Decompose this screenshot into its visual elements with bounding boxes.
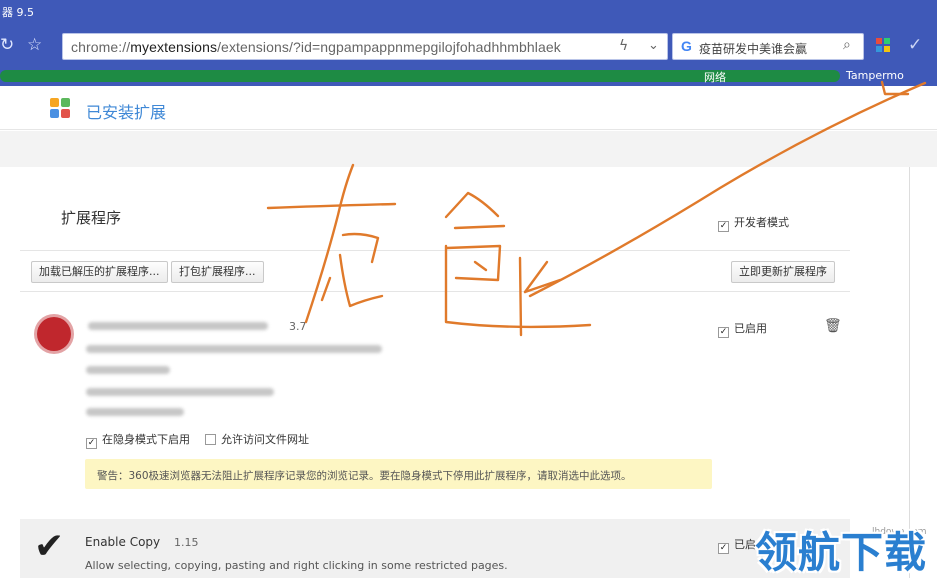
obscured-text: [86, 408, 184, 416]
logo-icon: [50, 98, 70, 118]
extension-name: Enable Copy: [85, 535, 161, 549]
browser-toolbar: ↻ ☆ chrome://myextensions/extensions/?id…: [0, 26, 937, 66]
checkbox-icon[interactable]: [205, 434, 216, 445]
extension-icon: [37, 317, 71, 351]
page-header: 已安装扩展: [0, 86, 937, 130]
checkbox-icon[interactable]: ✓: [718, 327, 729, 338]
checkbox-icon[interactable]: ✓: [86, 438, 97, 449]
lightning-icon[interactable]: ϟ: [619, 38, 628, 54]
extension-row: ✔ Enable Copy 1.15 Allow selecting, copy…: [20, 519, 850, 578]
title-bar: 器 9.5: [0, 0, 937, 26]
star-icon[interactable]: ☆: [27, 35, 42, 55]
enabled-toggle[interactable]: ✓ 已启用: [718, 320, 767, 338]
chevron-down-icon[interactable]: ⌄: [648, 38, 659, 53]
obscured-text: [88, 322, 268, 330]
obscured-text: [86, 388, 274, 396]
obscured-text: [86, 345, 382, 353]
apps-grid-icon[interactable]: [876, 38, 891, 53]
bookmark-tampermonkey[interactable]: Tampermo: [846, 69, 904, 82]
warning-banner: 警告：360极速浏览器无法阻止扩展程序记录您的浏览记录。要在隐身模式下停用此扩展…: [85, 459, 712, 489]
trash-icon[interactable]: 🗑: [824, 318, 842, 334]
obscured-text: [86, 366, 170, 374]
update-extensions-button[interactable]: 立即更新扩展程序: [731, 261, 835, 283]
load-unpacked-button[interactable]: 加载已解压的扩展程序...: [31, 261, 168, 283]
google-icon[interactable]: G: [681, 38, 692, 54]
address-bar[interactable]: chrome://myextensions/extensions/?id=ngp…: [62, 33, 668, 60]
watermark-logo: 领航下载: [755, 528, 928, 577]
pack-extension-button[interactable]: 打包扩展程序...: [171, 261, 264, 283]
search-box[interactable]: G 疫苗研发中美谁会赢 ⌕: [672, 33, 864, 60]
enable-copy-check-icon: ✔: [34, 526, 65, 567]
file-access-option[interactable]: 允许访问文件网址: [205, 431, 309, 447]
checkbox-icon[interactable]: ✓: [718, 221, 729, 232]
divider: [20, 250, 850, 251]
extensions-panel: 扩展程序 ✓ 开发者模式 加载已解压的扩展程序... 打包扩展程序... 立即更新…: [0, 167, 910, 578]
address-url[interactable]: chrome://myextensions/extensions/?id=ngp…: [71, 39, 561, 55]
search-input[interactable]: 疫苗研发中美谁会赢: [699, 40, 807, 57]
refresh-icon[interactable]: ↻: [0, 35, 14, 55]
window-title: 器 9.5: [2, 6, 34, 19]
extension-description: Allow selecting, copying, pasting and ri…: [85, 559, 508, 572]
extensions-heading: 扩展程序: [61, 209, 122, 227]
extension-version: 3.7: [289, 320, 307, 333]
bookmark-item[interactable]: 网络: [704, 69, 726, 85]
bookmarks-bar: 网络 Tampermo: [0, 66, 937, 86]
divider-band: [0, 131, 937, 167]
checkbox-icon[interactable]: ✓: [718, 543, 729, 554]
developer-mode-toggle[interactable]: ✓ 开发者模式: [718, 214, 789, 232]
page-title: 已安装扩展: [86, 103, 167, 122]
check-icon[interactable]: ✓: [908, 35, 922, 55]
divider: [20, 291, 850, 292]
search-icon[interactable]: ⌕: [843, 37, 851, 53]
incognito-option[interactable]: ✓ 在隐身模式下启用: [86, 431, 190, 449]
extension-version: 1.15: [174, 536, 199, 549]
